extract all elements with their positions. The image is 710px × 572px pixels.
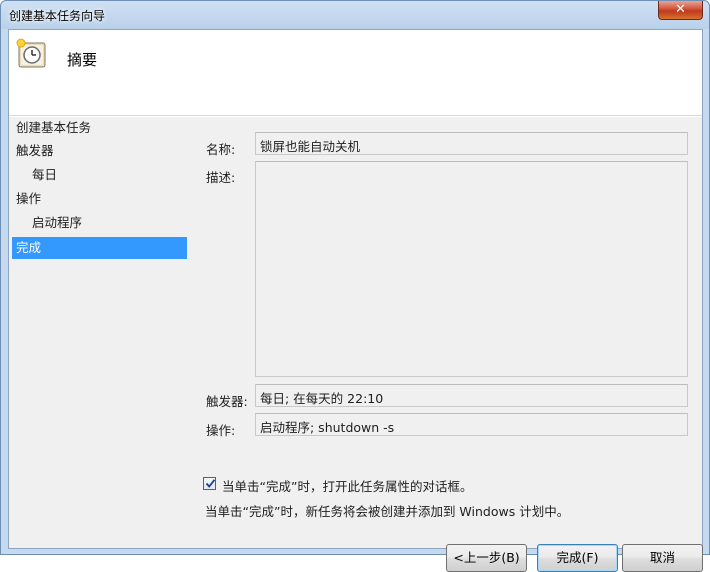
- action-label: 操作:: [206, 423, 236, 438]
- nav-step-finish[interactable]: 完成: [12, 237, 187, 259]
- finish-note: 当单击“完成”时，新任务将会被创建并添加到 Windows 计划中。: [205, 504, 570, 519]
- nav-step-start-program[interactable]: 启动程序: [12, 212, 187, 234]
- close-button[interactable]: ✕: [658, 1, 703, 20]
- wizard-body: 创建基本任务 触发器 每日 操作 启动程序 完成 名称: 锁屏也能自动关机 描述…: [9, 117, 703, 572]
- nav-step-create-basic-task[interactable]: 创建基本任务: [12, 117, 187, 139]
- page-title: 摘要: [67, 51, 98, 69]
- wizard-window: 创建基本任务向导 ✕ 摘要 创建基本任务 触发器 每日 操作 启动程序 完成 名…: [0, 0, 710, 572]
- name-field[interactable]: 锁屏也能自动关机: [255, 132, 688, 155]
- checkmark-icon: [205, 479, 216, 488]
- trigger-label: 触发器:: [206, 394, 248, 409]
- action-field[interactable]: 启动程序; shutdown -s: [255, 413, 688, 436]
- open-properties-checkbox[interactable]: [203, 477, 216, 490]
- name-label: 名称:: [206, 142, 236, 157]
- task-clock-icon: [16, 38, 48, 70]
- nav-step-daily[interactable]: 每日: [12, 164, 187, 186]
- wizard-steps-nav: 创建基本任务 触发器 每日 操作 启动程序 完成: [9, 117, 189, 317]
- cancel-button[interactable]: 取消: [622, 544, 703, 572]
- wizard-client: 摘要 创建基本任务 触发器 每日 操作 启动程序 完成 名称: 锁屏也能自动关机…: [8, 29, 703, 572]
- finish-button[interactable]: 完成(F): [537, 544, 618, 572]
- title-bar[interactable]: 创建基本任务向导 ✕: [1, 1, 709, 29]
- window-title: 创建基本任务向导: [9, 9, 106, 23]
- trigger-field[interactable]: 每日; 在每天的 22:10: [255, 384, 688, 407]
- back-button[interactable]: <上一步(B): [446, 544, 527, 572]
- close-icon: ✕: [675, 2, 686, 17]
- open-properties-label[interactable]: 当单击“完成”时，打开此任务属性的对话框。: [222, 476, 472, 495]
- nav-step-action[interactable]: 操作: [12, 188, 187, 210]
- description-field[interactable]: [255, 161, 688, 377]
- nav-step-trigger[interactable]: 触发器: [12, 140, 187, 162]
- wizard-header: 摘要: [9, 30, 702, 116]
- description-label: 描述:: [206, 170, 236, 185]
